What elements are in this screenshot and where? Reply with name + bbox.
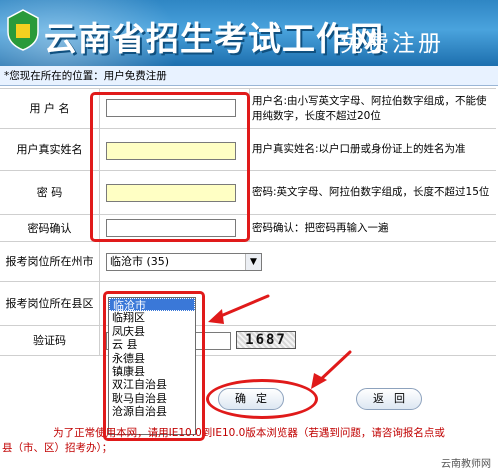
password-input[interactable] <box>106 184 236 202</box>
city-cell: 临沧市 (35) ▼ <box>100 242 496 281</box>
site-title: 云南省招生考试工作网 <box>44 19 384 58</box>
username-hint: 用户名:由小写英文字母、阿拉伯数字组成，不能使用纯数字，长度不超过20位 <box>252 94 487 122</box>
county-option[interactable]: 临沧市 <box>109 298 195 312</box>
username-input[interactable] <box>106 99 236 117</box>
confirm-password-input[interactable] <box>106 219 236 237</box>
county-option[interactable]: 镇康县 <box>109 365 195 378</box>
breadcrumb: *您现在所在的位置：用户免费注册 <box>0 66 498 86</box>
footer-line-2: 县（市、区）招考办）； <box>2 442 113 454</box>
row-username: 用 户 名 用户名:由小写英文字母、阿拉伯数字组成，不能使用纯数字，长度不超过2… <box>0 88 496 129</box>
arrow-head-confirm <box>311 373 327 389</box>
realname-label: 用户真实姓名 <box>0 129 100 170</box>
footer-notice: 为了正常使用本网，请用IE10.0到IE10.0版本浏览器（若遇到问题，请咨询报… <box>0 426 498 456</box>
footer-line-1: 为了正常使用本网，请用IE10.0到IE10.0版本浏览器（若遇到问题，请咨询报… <box>53 427 445 439</box>
county-option[interactable]: 沧源自治县 <box>109 405 195 418</box>
captcha-image[interactable]: 1687 <box>236 331 296 349</box>
password-label: 密 码 <box>0 171 100 214</box>
chevron-down-icon[interactable]: ▼ <box>245 254 261 270</box>
row-city: 报考岗位所在州市 临沧市 (35) ▼ <box>0 242 496 282</box>
county-dropdown-list[interactable]: 临沧市 临翔区 凤庆县 云 县 永德县 镇康县 双江自治县 耿马自治县 沧源自治… <box>108 297 196 435</box>
captcha-label: 验证码 <box>0 326 100 355</box>
page-subtitle: 免费注册 <box>340 31 444 57</box>
row-password: 密 码 密码:英文字母、阿拉伯数字组成，长度不超过15位 <box>0 171 496 215</box>
username-cell <box>100 89 250 128</box>
county-option[interactable]: 双江自治县 <box>109 378 195 391</box>
password-cell <box>100 171 250 214</box>
header-banner: 云南省招生考试工作网 免费注册 <box>0 0 498 66</box>
realname-cell <box>100 129 250 170</box>
realname-hint: 用户真实姓名:以户口册或身份证上的姓名为准 <box>252 143 466 155</box>
password-hint: 密码:英文字母、阿拉伯数字组成，长度不超过15位 <box>252 186 490 198</box>
confirm-button[interactable]: 确定 <box>218 388 284 410</box>
confirm-label: 密码确认 <box>0 215 100 241</box>
county-label: 报考岗位所在县区 <box>0 282 100 325</box>
county-option[interactable]: 永德县 <box>109 352 195 365</box>
city-selected-value: 临沧市 (35) <box>110 255 170 268</box>
city-select[interactable]: 临沧市 (35) ▼ <box>106 253 262 271</box>
confirm-cell <box>100 215 250 241</box>
row-county: 报考岗位所在县区 <box>0 282 496 326</box>
realname-input[interactable] <box>106 142 236 160</box>
arrow-to-confirm <box>316 350 352 384</box>
county-option[interactable]: 耿马自治县 <box>109 392 195 405</box>
city-label: 报考岗位所在州市 <box>0 242 100 281</box>
watermark: 云南教师网 <box>438 454 494 471</box>
logo-icon <box>7 9 39 51</box>
row-realname: 用户真实姓名 用户真实姓名:以户口册或身份证上的姓名为准 <box>0 129 496 171</box>
username-label: 用 户 名 <box>0 89 100 128</box>
back-button[interactable]: 返回 <box>356 388 422 410</box>
county-option[interactable]: 临翔区 <box>109 311 195 324</box>
county-option[interactable]: 凤庆县 <box>109 325 195 338</box>
county-option[interactable]: 云 县 <box>109 338 195 351</box>
row-confirm: 密码确认 密码确认：把密码再输入一遍 <box>0 215 496 242</box>
confirm-hint: 密码确认：把密码再输入一遍 <box>252 221 389 234</box>
